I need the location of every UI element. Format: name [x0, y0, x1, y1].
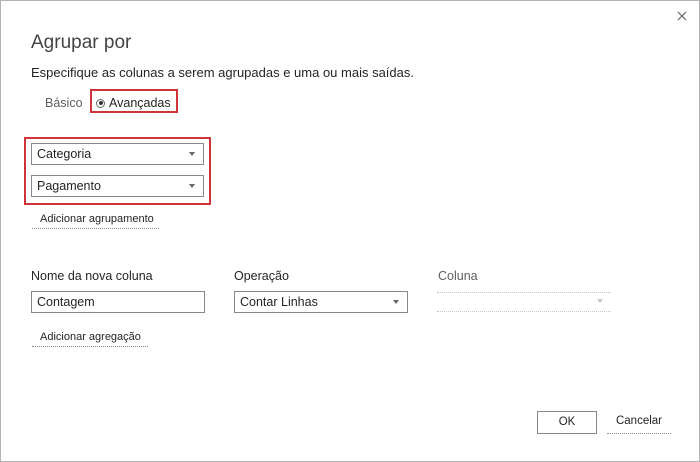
radio-advanced[interactable]: Avançadas — [96, 95, 171, 111]
add-grouping-button[interactable]: Adicionar agrupamento — [32, 213, 159, 229]
column-select[interactable] — [437, 292, 611, 312]
chevron-down-icon — [393, 300, 399, 304]
chevron-down-icon — [189, 152, 195, 156]
dialog-subtitle: Especifique as colunas a serem agrupadas… — [31, 65, 414, 80]
chevron-down-icon — [189, 184, 195, 188]
group-by-dialog: Agrupar por Especifique as colunas a ser… — [0, 0, 700, 462]
dialog-title: Agrupar por — [31, 32, 132, 53]
close-icon — [677, 11, 687, 21]
ok-button[interactable]: OK — [537, 411, 597, 434]
radio-basic-label: Básico — [45, 96, 83, 110]
radio-advanced-label: Avançadas — [109, 96, 171, 110]
chevron-down-icon — [597, 299, 603, 303]
new-column-label: Nome da nova coluna — [31, 269, 153, 283]
operation-value: Contar Linhas — [240, 295, 318, 309]
close-button[interactable] — [671, 5, 693, 27]
new-column-name-input[interactable]: Contagem — [31, 291, 205, 313]
group-column-2-value: Pagamento — [37, 179, 101, 193]
add-aggregation-button[interactable]: Adicionar agregação — [32, 331, 148, 347]
radio-basic[interactable]: Básico — [45, 95, 83, 111]
radio-selected-icon — [96, 98, 105, 108]
group-column-select-1[interactable]: Categoria — [31, 143, 204, 165]
group-column-select-2[interactable]: Pagamento — [31, 175, 204, 197]
operation-select[interactable]: Contar Linhas — [234, 291, 408, 313]
group-column-1-value: Categoria — [37, 147, 92, 161]
operation-label: Operação — [234, 269, 289, 283]
cancel-button[interactable]: Cancelar — [607, 411, 671, 434]
column-label: Coluna — [438, 269, 478, 283]
